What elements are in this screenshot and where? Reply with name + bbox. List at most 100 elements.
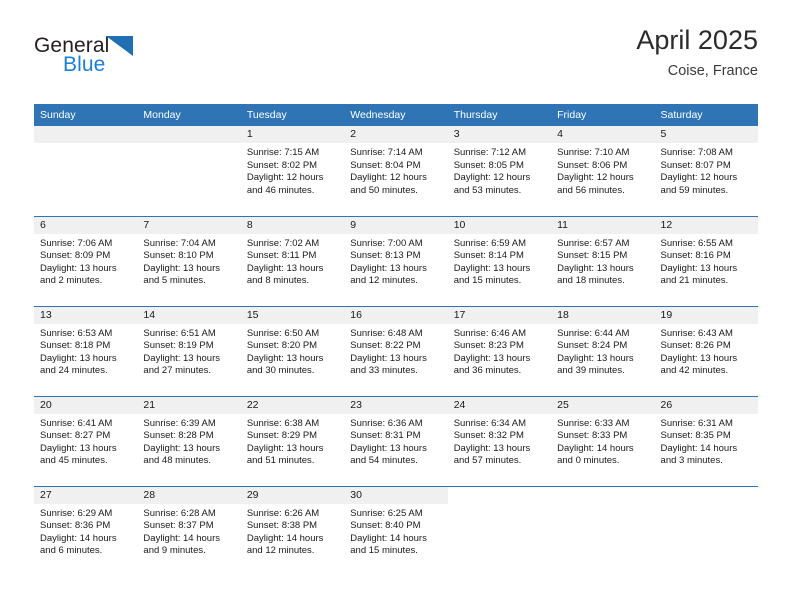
sunrise-text: Sunrise: 6:26 AM: [246, 507, 320, 519]
calendar-day-cell[interactable]: 8 Sunrise: 7:02 AM Sunset: 8:11 PM Daylight…: [240, 215, 345, 306]
day-cell-inner: 17 Sunrise: 6:46 AM Sunset: 8:23 PM Dayligh…: [447, 306, 552, 396]
calendar-day-cell[interactable]: 23 Sunrise: 6:36 AM Sunset: 8:31 PM Dayligh…: [344, 395, 448, 486]
day-cell-inner: [137, 126, 241, 216]
sunrise-text: Sunrise: 7:12 AM: [453, 147, 527, 158]
daylight-text-line2: and 3 minutes.: [660, 455, 723, 467]
day-cell-inner: 28 Sunrise: 6:28 AM Sunset: 8:37 PM Dayligh…: [137, 486, 241, 577]
day-cell-inner: 7 Sunrise: 7:04 AM Sunset: 8:10 PM Daylight…: [137, 216, 241, 306]
calendar-day-cell[interactable]: 12 Sunrise: 6:55 AM Sunset: 8:16 PM Dayligh…: [654, 215, 758, 306]
daylight-text-line2: and 21 minutes.: [660, 275, 729, 287]
sunrise-text: Sunrise: 6:38 AM: [246, 417, 320, 429]
daylight-text-line2: and 45 minutes.: [40, 455, 108, 467]
calendar-day-cell[interactable]: 19 Sunrise: 6:43 AM Sunset: 8:26 PM Dayligh…: [654, 305, 758, 396]
calendar-day-cell[interactable]: 5 Sunrise: 7:08 AM Sunset: 8:07 PM Daylight…: [654, 126, 758, 216]
day-cell-inner: 15 Sunrise: 6:50 AM Sunset: 8:20 PM Dayligh…: [240, 306, 345, 396]
calendar-day-cell[interactable]: 16 Sunrise: 6:48 AM Sunset: 8:22 PM Dayligh…: [344, 305, 448, 396]
daylight-text-line1: Daylight: 13 hours: [143, 352, 220, 364]
calendar-day-cell[interactable]: 1 Sunrise: 7:15 AM Sunset: 8:02 PM Daylight…: [240, 126, 345, 216]
day-cell-details: Sunrise: 7:02 AM Sunset: 8:11 PM Daylight:…: [241, 234, 344, 288]
calendar-day-cell[interactable]: 18 Sunrise: 6:44 AM Sunset: 8:24 PM Dayligh…: [551, 305, 655, 396]
calendar-day-cell[interactable]: 4 Sunrise: 7:10 AM Sunset: 8:06 PM Daylight…: [551, 126, 655, 216]
daylight-text-line2: and 24 minutes.: [40, 365, 108, 377]
day-cell-details: Sunrise: 7:06 AM Sunset: 8:09 PM Daylight:…: [34, 234, 137, 288]
day-cell-details: Sunrise: 6:38 AM Sunset: 8:29 PM Daylight:…: [241, 414, 344, 468]
day-number: 7: [137, 216, 241, 234]
weekday-header-friday: Friday: [551, 104, 655, 126]
sunset-text: Sunset: 8:27 PM: [40, 430, 111, 442]
sunset-text: Sunset: 8:35 PM: [660, 430, 731, 442]
day-number: 30: [344, 486, 448, 504]
calendar-day-cell[interactable]: 15 Sunrise: 6:50 AM Sunset: 8:20 PM Dayligh…: [240, 305, 345, 396]
general-blue-logo[interactable]: General Blue: [34, 34, 234, 90]
calendar-day-cell[interactable]: 9 Sunrise: 7:00 AM Sunset: 8:13 PM Daylight…: [344, 215, 448, 306]
day-cell-inner: 1 Sunrise: 7:15 AM Sunset: 8:02 PM Daylight…: [240, 126, 345, 216]
day-number: 9: [344, 216, 448, 234]
weekday-header-sunday: Sunday: [34, 104, 138, 126]
sunrise-text: Sunrise: 6:43 AM: [660, 327, 733, 339]
sunrise-text: Sunrise: 6:36 AM: [350, 417, 423, 429]
sunrise-text: Sunrise: 6:48 AM: [350, 327, 423, 339]
daylight-text-line1: Daylight: 13 hours: [557, 262, 634, 274]
daylight-text-line1: Daylight: 12 hours: [453, 172, 531, 184]
calendar-day-cell[interactable]: 28 Sunrise: 6:28 AM Sunset: 8:37 PM Dayligh…: [137, 485, 241, 577]
calendar-day-cell[interactable]: 17 Sunrise: 6:46 AM Sunset: 8:23 PM Dayligh…: [447, 305, 552, 396]
calendar-day-cell[interactable]: 27 Sunrise: 6:29 AM Sunset: 8:36 PM Dayligh…: [34, 485, 138, 576]
sunrise-text: Sunrise: 6:28 AM: [143, 507, 216, 519]
sunset-text: Sunset: 8:29 PM: [246, 430, 318, 442]
calendar-day-cell[interactable]: 20 Sunrise: 6:41 AM Sunset: 8:27 PM Dayligh…: [34, 395, 138, 486]
day-cell-inner: 5 Sunrise: 7:08 AM Sunset: 8:07 PM Daylight…: [654, 126, 758, 216]
sunrise-text: Sunrise: 6:57 AM: [557, 237, 630, 249]
calendar-week-row: 6 Sunrise: 7:06 AM Sunset: 8:09 PM Daylight…: [34, 215, 758, 306]
sunrise-text: Sunrise: 6:53 AM: [40, 327, 113, 339]
day-number: 26: [654, 396, 758, 414]
calendar-day-cell[interactable]: 7 Sunrise: 7:04 AM Sunset: 8:10 PM Daylight…: [137, 215, 241, 306]
calendar-day-cell[interactable]: 22 Sunrise: 6:38 AM Sunset: 8:29 PM Dayligh…: [240, 395, 345, 486]
calendar-day-cell[interactable]: 29 Sunrise: 6:26 AM Sunset: 8:38 PM Dayligh…: [240, 485, 345, 576]
day-cell-details: Sunrise: 6:59 AM Sunset: 8:14 PM Daylight:…: [448, 234, 551, 288]
day-number: 17: [447, 306, 552, 324]
daylight-text-line1: Daylight: 12 hours: [350, 172, 427, 184]
day-cell-details: Sunrise: 6:48 AM Sunset: 8:22 PM Daylight:…: [344, 324, 447, 378]
day-cell-details: Sunrise: 7:04 AM Sunset: 8:10 PM Daylight:…: [137, 234, 240, 288]
calendar-day-cell[interactable]: 30 Sunrise: 6:25 AM Sunset: 8:40 PM Dayligh…: [344, 485, 448, 577]
daylight-text-line2: and 54 minutes.: [350, 455, 418, 467]
calendar-day-cell[interactable]: 14 Sunrise: 6:51 AM Sunset: 8:19 PM Dayligh…: [137, 305, 241, 396]
daylight-text-line2: and 5 minutes.: [143, 275, 206, 287]
daylight-text-line2: and 0 minutes.: [557, 455, 620, 467]
weekday-header-wednesday: Wednesday: [344, 104, 448, 126]
sunrise-text: Sunrise: 6:59 AM: [453, 237, 527, 249]
day-cell-details: Sunrise: 6:25 AM Sunset: 8:40 PM Daylight:…: [344, 504, 447, 558]
day-cell-inner: 20 Sunrise: 6:41 AM Sunset: 8:27 PM Dayligh…: [34, 396, 138, 486]
day-number: 15: [240, 306, 345, 324]
day-cell-inner: 2 Sunrise: 7:14 AM Sunset: 8:04 PM Daylight…: [344, 126, 448, 216]
sunset-text: Sunset: 8:31 PM: [350, 430, 421, 442]
sunset-text: Sunset: 8:14 PM: [453, 250, 524, 262]
title-block: April 2025 Coise, France: [636, 24, 758, 81]
day-cell-inner: 30 Sunrise: 6:25 AM Sunset: 8:40 PM Dayligh…: [344, 486, 448, 577]
daylight-text-line1: Daylight: 13 hours: [557, 352, 634, 364]
calendar-day-cell[interactable]: 2 Sunrise: 7:14 AM Sunset: 8:04 PM Daylight…: [344, 126, 448, 216]
day-cell-inner: 19 Sunrise: 6:43 AM Sunset: 8:26 PM Dayligh…: [654, 306, 758, 396]
day-number: 10: [447, 216, 552, 234]
calendar-day-cell-empty: [34, 126, 138, 216]
calendar-day-cell[interactable]: 11 Sunrise: 6:57 AM Sunset: 8:15 PM Dayligh…: [551, 215, 655, 306]
day-number: 1: [240, 126, 345, 143]
day-cell-details: Sunrise: 7:00 AM Sunset: 8:13 PM Daylight:…: [344, 234, 447, 288]
daylight-text-line2: and 9 minutes.: [143, 545, 206, 557]
calendar-day-cell[interactable]: 21 Sunrise: 6:39 AM Sunset: 8:28 PM Dayligh…: [137, 395, 241, 486]
calendar-day-cell[interactable]: 10 Sunrise: 6:59 AM Sunset: 8:14 PM Dayligh…: [447, 215, 552, 306]
calendar-day-cell[interactable]: 25 Sunrise: 6:33 AM Sunset: 8:33 PM Dayligh…: [551, 395, 655, 486]
calendar-day-cell[interactable]: 24 Sunrise: 6:34 AM Sunset: 8:32 PM Dayligh…: [447, 395, 552, 486]
calendar-day-cell[interactable]: 26 Sunrise: 6:31 AM Sunset: 8:35 PM Dayligh…: [654, 395, 758, 486]
calendar-day-cell[interactable]: 13 Sunrise: 6:53 AM Sunset: 8:18 PM Dayligh…: [34, 305, 138, 396]
calendar-week-row: 27 Sunrise: 6:29 AM Sunset: 8:36 PM Dayligh…: [34, 485, 758, 577]
day-cell-details: Sunrise: 6:36 AM Sunset: 8:31 PM Daylight:…: [344, 414, 447, 468]
calendar-day-cell[interactable]: 3 Sunrise: 7:12 AM Sunset: 8:05 PM Daylight…: [447, 126, 552, 216]
daylight-text-line2: and 18 minutes.: [557, 275, 625, 287]
day-number: 5: [654, 126, 758, 143]
calendar-day-cell[interactable]: 6 Sunrise: 7:06 AM Sunset: 8:09 PM Daylight…: [34, 215, 138, 306]
day-number: 6: [34, 216, 138, 234]
daylight-text-line1: Daylight: 13 hours: [453, 442, 531, 454]
day-cell-inner: 11 Sunrise: 6:57 AM Sunset: 8:15 PM Dayligh…: [551, 216, 655, 306]
daylight-text-line1: Daylight: 14 hours: [246, 532, 324, 544]
